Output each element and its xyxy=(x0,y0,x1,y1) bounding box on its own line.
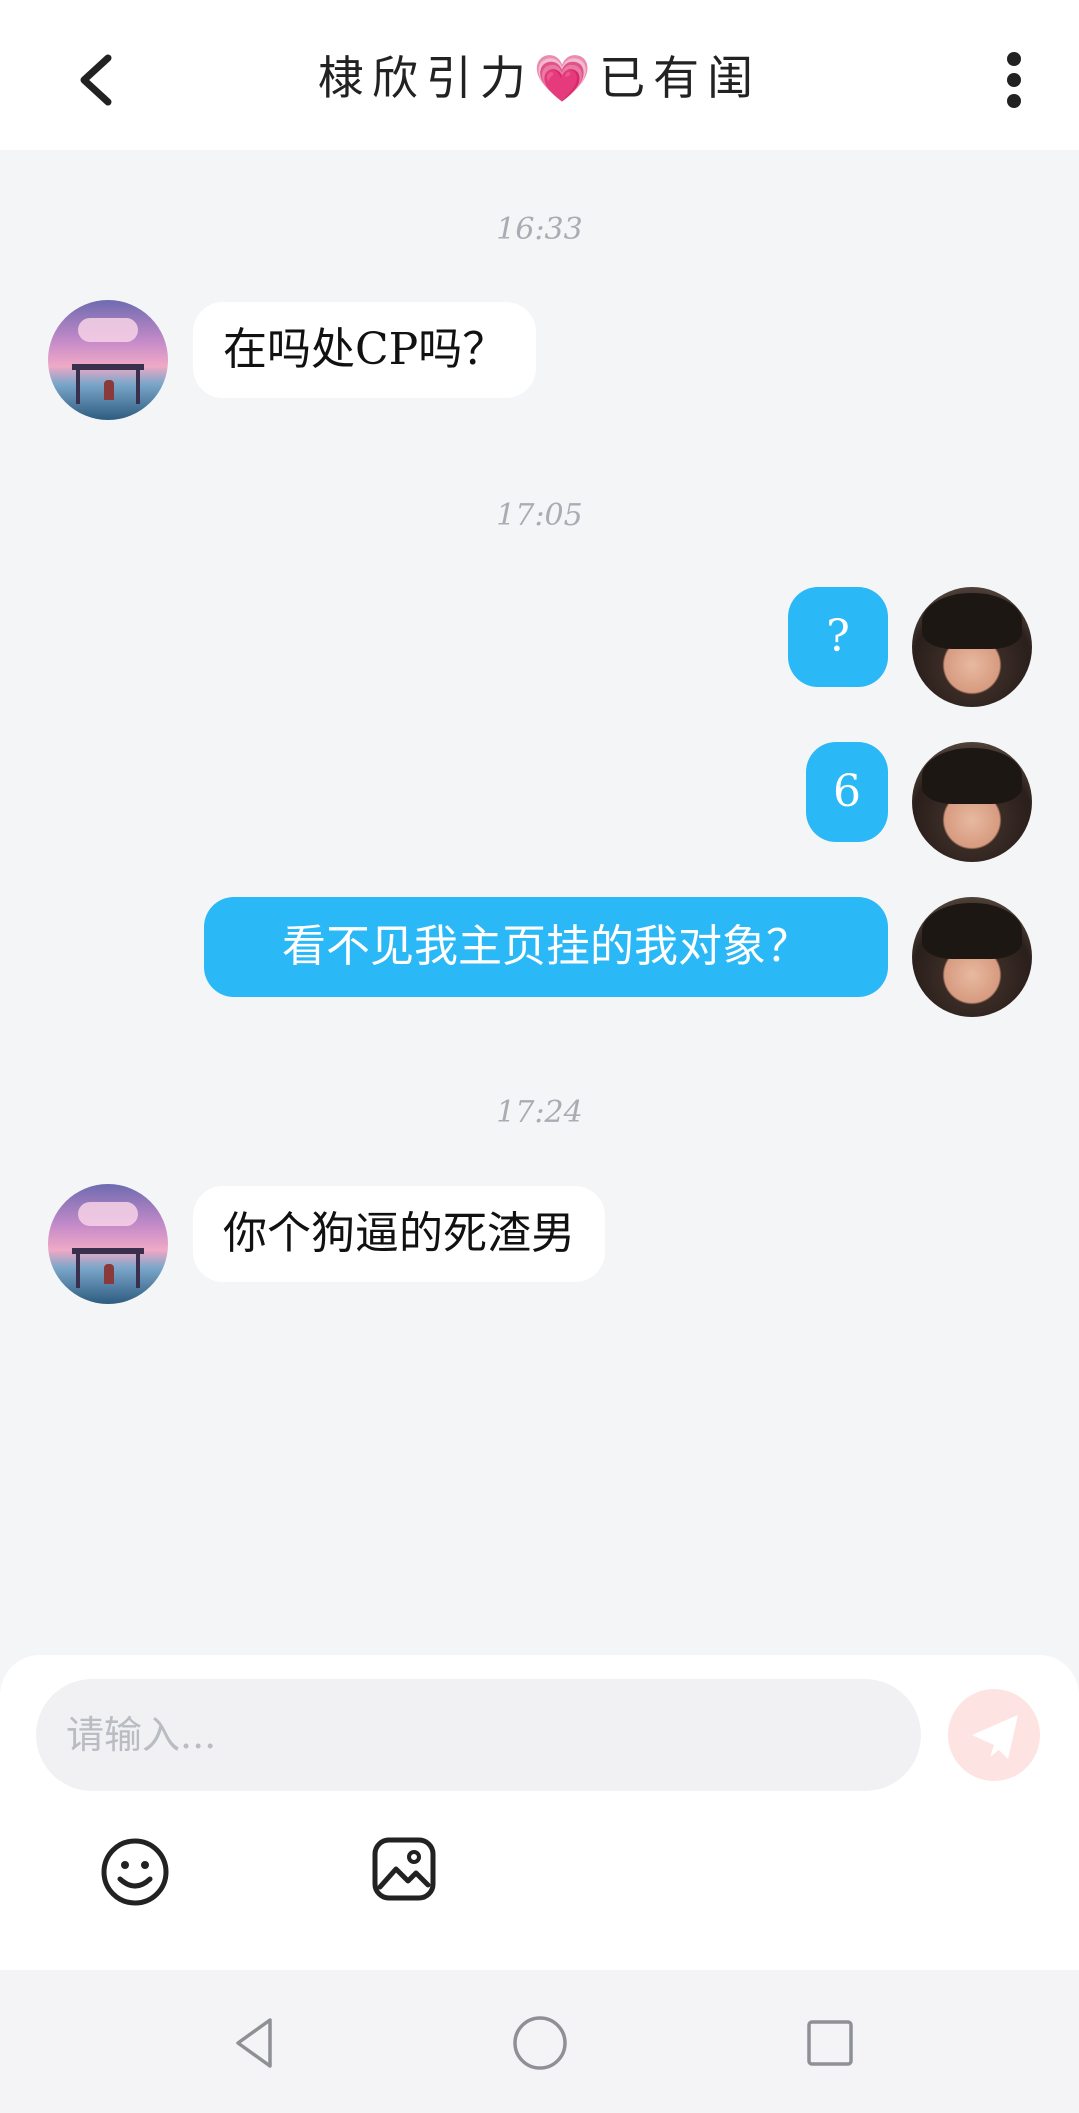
avatar-cloud xyxy=(78,1202,138,1226)
message-composer xyxy=(0,1655,1079,1970)
chat-title: 棣欣引力💗已有闺 xyxy=(0,42,1079,108)
image-button[interactable] xyxy=(370,1835,438,1903)
avatar-post xyxy=(136,1248,140,1288)
contact-avatar[interactable] xyxy=(48,300,168,420)
heart-emoji: 💗 xyxy=(533,51,600,105)
avatar-hair xyxy=(922,903,1022,959)
more-options-button[interactable] xyxy=(1000,48,1030,112)
avatar-cloud xyxy=(78,318,138,342)
emoji-button[interactable] xyxy=(98,1835,172,1909)
send-button[interactable] xyxy=(948,1689,1040,1781)
avatar-post xyxy=(76,364,80,404)
message-list[interactable]: 16:33 在吗处CP吗？ 17:05 ? 6 看不见我主页挂的我对象？ 17:… xyxy=(0,150,1079,1655)
chat-header: 棣欣引力💗已有闺 xyxy=(0,0,1079,150)
chat-title-text-2: 已有闺 xyxy=(599,51,762,105)
nav-home-icon xyxy=(513,2016,567,2070)
more-vertical-icon xyxy=(1007,52,1021,66)
more-dot xyxy=(1007,94,1021,108)
contact-avatar[interactable] xyxy=(48,1184,168,1304)
avatar-hair xyxy=(922,593,1022,649)
my-avatar[interactable] xyxy=(912,587,1032,707)
my-avatar[interactable] xyxy=(912,897,1032,1017)
nav-recents-icon xyxy=(807,2020,853,2066)
image-icon xyxy=(372,1837,436,1901)
avatar-post xyxy=(76,1248,80,1288)
smiley-icon xyxy=(101,1838,169,1906)
avatar-figure xyxy=(104,380,114,400)
avatar-post xyxy=(136,364,140,404)
more-dot xyxy=(1007,73,1021,87)
message-input[interactable] xyxy=(36,1679,921,1791)
send-icon xyxy=(972,1715,1018,1759)
outgoing-message[interactable]: 6 xyxy=(806,742,888,842)
nav-back-button[interactable] xyxy=(220,2008,290,2078)
system-navigation-bar xyxy=(0,1970,1079,2113)
incoming-message[interactable]: 你个狗逼的死渣男 xyxy=(193,1186,605,1282)
outgoing-message[interactable]: 看不见我主页挂的我对象？ xyxy=(204,897,888,997)
avatar-hair xyxy=(922,748,1022,804)
nav-back-icon xyxy=(236,2018,272,2068)
nav-recents-button[interactable] xyxy=(795,2008,865,2078)
incoming-message[interactable]: 在吗处CP吗？ xyxy=(193,302,537,398)
nav-home-button[interactable] xyxy=(505,2008,575,2078)
my-avatar[interactable] xyxy=(912,742,1032,862)
timestamp: 16:33 xyxy=(496,212,583,247)
avatar-figure xyxy=(104,1264,114,1284)
outgoing-message[interactable]: ? xyxy=(788,587,888,687)
chat-title-text-1: 棣欣引力 xyxy=(317,51,534,105)
timestamp: 17:05 xyxy=(496,498,583,533)
avatar-bench xyxy=(72,1248,144,1254)
avatar-bench xyxy=(72,364,144,370)
timestamp: 17:24 xyxy=(496,1095,583,1130)
